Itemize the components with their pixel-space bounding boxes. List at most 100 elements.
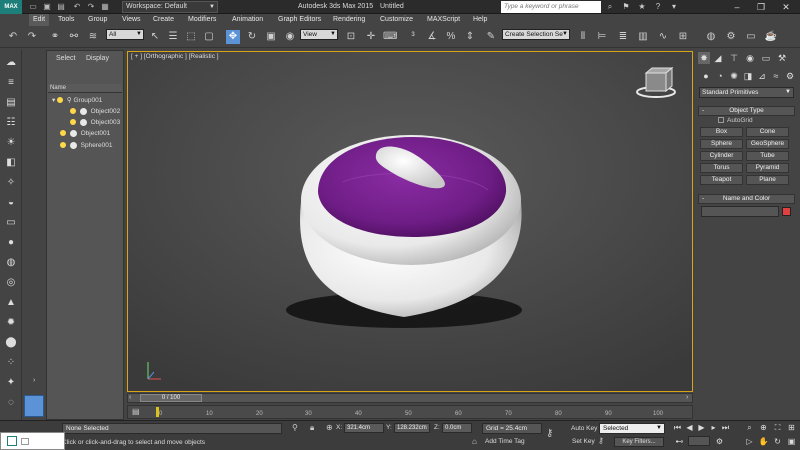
sphere-icon[interactable]: ●	[4, 236, 18, 250]
undo-icon[interactable]: ↶	[72, 2, 82, 12]
pin-icon[interactable]: ⚲	[292, 423, 298, 433]
time-slider[interactable]: 0 / 100	[140, 394, 202, 402]
align-icon[interactable]: ⊨	[595, 30, 609, 44]
new-file-icon[interactable]: ▭	[28, 2, 38, 12]
explorer-icon[interactable]: ▤	[4, 96, 18, 110]
bind-space-warp-icon[interactable]: ≋	[86, 30, 100, 44]
select-and-scale-icon[interactable]: ▣	[264, 30, 278, 44]
next-frame-icon[interactable]: ▸	[708, 422, 719, 433]
list-icon[interactable]: ☷	[4, 116, 18, 130]
select-and-move-icon[interactable]: ✥	[226, 30, 240, 44]
key-filter-icon[interactable]: ⚷	[598, 436, 604, 446]
ribbon-toggle-icon[interactable]: ▥	[636, 30, 650, 44]
tab-display[interactable]: Display	[86, 55, 109, 62]
zoom-icon[interactable]: ⌕	[744, 422, 755, 433]
plane-button[interactable]: Plane	[746, 175, 789, 185]
cone-icon[interactable]: ▲	[4, 296, 18, 310]
maximize-viewport-icon[interactable]: ▣	[786, 436, 797, 447]
light-bulb-icon[interactable]	[57, 97, 64, 104]
menu-views[interactable]: Views	[122, 14, 141, 26]
search-icon[interactable]: ⌕	[604, 1, 616, 13]
mirror-icon[interactable]: ⫴	[576, 30, 590, 44]
geosphere-button[interactable]: GeoSphere	[746, 139, 789, 149]
selection-region-icon[interactable]: ⬚	[184, 30, 198, 44]
menu-modifiers[interactable]: Modifiers	[188, 14, 216, 26]
layer-explorer-icon[interactable]: ≣	[616, 30, 630, 44]
keyboard-shortcut-override-icon[interactable]: ⌨	[383, 30, 397, 44]
play-icon[interactable]: ▶	[696, 422, 707, 433]
lock-icon[interactable]: 🔒︎	[310, 423, 314, 433]
camera-icon[interactable]: ◧	[4, 156, 18, 170]
cylinder-icon[interactable]: ◍	[4, 256, 18, 270]
taskbar-thumbnail[interactable]	[0, 432, 65, 450]
zoom-extents-icon[interactable]: ⛶	[772, 422, 783, 433]
globe-icon[interactable]: ◌	[4, 396, 18, 410]
absolute-mode-icon[interactable]: ⊕	[326, 423, 333, 433]
column-header-name[interactable]: Name	[48, 84, 122, 93]
save-icon[interactable]: ▤	[56, 2, 66, 12]
sun-icon[interactable]: ✹	[4, 316, 18, 330]
key-filters-button[interactable]: Key Filters...	[614, 437, 664, 447]
menu-help[interactable]: Help	[473, 14, 487, 26]
collapse-arrow-icon[interactable]: ▾	[52, 97, 55, 104]
zoom-all-icon[interactable]: ⊕	[758, 422, 769, 433]
viewport-label[interactable]: [ + ] [Orthographic ] [Realistic ]	[131, 53, 219, 60]
select-object-icon[interactable]: ↖	[148, 30, 162, 44]
zoom-extents-all-icon[interactable]: ⊞	[786, 422, 797, 433]
menu-rendering[interactable]: Rendering	[333, 14, 365, 26]
snaps-toggle-icon[interactable]: ³	[406, 30, 420, 44]
object-color-swatch[interactable]	[782, 207, 791, 216]
select-manipulate-icon[interactable]: ✛	[364, 30, 378, 44]
hierarchy-tab-icon[interactable]: ⊤	[728, 52, 740, 64]
field-of-view-icon[interactable]: ▷	[744, 436, 755, 447]
name-color-rollout[interactable]: - Name and Color	[698, 194, 795, 204]
project-folder-icon[interactable]: ▦	[100, 2, 110, 12]
geosphere-icon[interactable]: ⬤	[4, 336, 18, 350]
space-warps-icon[interactable]: ≈	[770, 70, 782, 82]
tree-item-object003[interactable]: Object003	[70, 117, 120, 128]
geometry-icon[interactable]: ●	[700, 70, 712, 82]
light-bulb-icon[interactable]	[70, 119, 76, 126]
x-coordinate-field[interactable]: 321.4cm	[344, 423, 384, 433]
pyramid-button[interactable]: Pyramid	[746, 163, 789, 173]
object-type-rollout[interactable]: - Object Type	[698, 106, 795, 116]
set-key-button[interactable]: Set Key	[572, 436, 595, 447]
select-and-place-icon[interactable]: ◉	[283, 30, 297, 44]
lights-icon[interactable]: ✺	[728, 70, 740, 82]
auto-key-button[interactable]: Auto Key	[571, 423, 597, 434]
y-coordinate-field[interactable]: 128.232cm	[394, 423, 430, 433]
pot-lid[interactable]	[318, 137, 507, 237]
menu-customize[interactable]: Customize	[380, 14, 413, 26]
particles-icon[interactable]: ⁘	[4, 356, 18, 370]
cylinder-button[interactable]: Cylinder	[700, 151, 743, 161]
orbit-icon[interactable]: ↻	[772, 436, 783, 447]
favorites-icon[interactable]: ★	[636, 1, 648, 13]
torus-icon[interactable]: ◎	[4, 276, 18, 290]
material-editor-icon[interactable]: ◍	[704, 30, 718, 44]
selection-filter-dropdown[interactable]: All ▼	[106, 29, 144, 40]
link-icon[interactable]: ⚭	[48, 30, 62, 44]
light-bulb-icon[interactable]	[60, 130, 66, 137]
chevron-right-icon[interactable]: ›	[686, 394, 688, 402]
search-input[interactable]: Type a keyword or phrase	[501, 1, 601, 13]
previous-frame-icon[interactable]: ◀	[684, 422, 695, 433]
time-tag-icon[interactable]: ⌂	[472, 437, 477, 447]
minimize-button[interactable]: –	[726, 0, 748, 14]
tube-button[interactable]: Tube	[746, 151, 789, 161]
motion-tab-icon[interactable]: ◉	[744, 52, 756, 64]
percent-snap-icon[interactable]: %	[444, 30, 458, 44]
redo-icon[interactable]: ↷	[86, 2, 96, 12]
menu-edit[interactable]: Edit	[29, 14, 50, 26]
tree-item-object002[interactable]: Object002	[70, 106, 120, 117]
mini-curve-editor-icon[interactable]: ▤	[132, 407, 146, 417]
tree-item-object001[interactable]: Object001	[60, 128, 110, 139]
spinner-snap-icon[interactable]: ⇕	[463, 30, 477, 44]
rendered-frame-window-icon[interactable]: ▭	[744, 30, 758, 44]
go-to-start-icon[interactable]: ⏮	[672, 422, 683, 433]
light-bulb-icon[interactable]	[70, 108, 76, 115]
schematic-view-icon[interactable]: ⊞	[676, 30, 690, 44]
select-and-rotate-icon[interactable]: ↻	[245, 30, 259, 44]
add-time-tag-button[interactable]: Add Time Tag	[485, 436, 525, 447]
chevron-right-icon[interactable]: ›	[33, 377, 40, 384]
restore-button[interactable]: ❐	[750, 0, 772, 14]
